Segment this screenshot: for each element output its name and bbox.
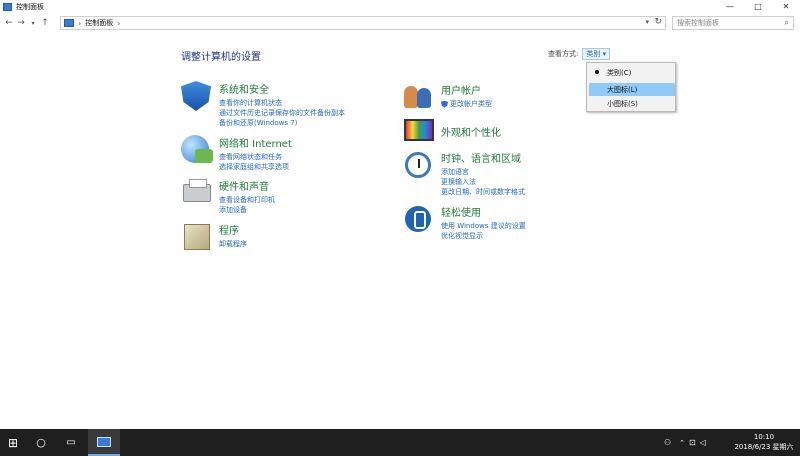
category-title[interactable]: 硬件和声音 [219,178,275,193]
selected-bullet-icon [595,70,599,74]
category-title[interactable]: 外观和个性化 [441,124,501,139]
uac-shield-icon [441,100,448,108]
network-icon[interactable]: ⊡ [689,438,696,447]
category-title[interactable]: 轻松使用 [441,204,526,219]
recent-chevron-down-icon[interactable]: ▾ [27,16,39,30]
clock-time: 10:10 [753,433,775,441]
forward-arrow-icon[interactable]: → [15,16,27,30]
view-by-label: 查看方式: [548,50,579,58]
taskbar-control-panel-icon [97,436,111,447]
link-change-account-type[interactable]: 更改帐户类型 [441,99,492,109]
search-icon[interactable]: ⌕ [785,18,789,28]
window-controls: — □ ✕ [716,0,800,13]
link-homegroup[interactable]: 选择家庭组和共享选项 [219,162,292,172]
category-system-security: 系统和安全 查看你的计算机状态 通过文件历史记录保存你的文件备份副本 备份和还原… [181,81,345,128]
shield-icon[interactable] [181,81,213,111]
navigation-bar: ← → ▾ ↑ › 控制面板 › ▾ ↻ 搜索控制面板 ⌕ [0,14,800,32]
menu-item-large-icons[interactable]: 大图标(L) [589,83,675,96]
link-add-language[interactable]: 添加语言 [441,167,525,177]
link-change-input[interactable]: 更换输入法 [441,177,525,187]
cortana-search-icon[interactable]: ○ [28,429,54,456]
volume-muted-icon[interactable]: ◁ [700,438,706,447]
category-network: 网络和 Internet 查看网络状态和任务 选择家庭组和共享选项 [181,135,292,172]
search-placeholder: 搜索控制面板 [677,19,719,27]
view-by-menu: 类别(C) 大图标(L) 小图标(S) [586,62,676,112]
taskbar-clock[interactable]: 10:10 2018/6/23 星期六 [732,432,796,452]
category-programs: 程序 卸载程序 [181,222,247,252]
view-by: 查看方式: 类别 ▾ [548,48,611,60]
address-dropdown-icon[interactable]: ▾ [645,18,649,26]
system-tray: ⚇ ⌃ ⊡ ◁ [664,429,710,456]
link-view-computer-status[interactable]: 查看你的计算机状态 [219,98,345,108]
category-users: 用户帐户 更改帐户类型 [403,82,492,112]
tray-chevron-up-icon[interactable]: ⌃ [679,439,685,447]
taskbar: ⊞ ○ ▭ ⚇ ⌃ ⊡ ◁ 10:10 2018/6/23 星期六 [0,429,800,456]
page-title: 调整计算机的设置 [181,52,261,63]
link-add-device[interactable]: 添加设备 [219,205,275,215]
breadcrumb-chevron-icon[interactable]: › [78,19,81,28]
users-icon[interactable] [403,82,435,112]
people-icon[interactable]: ⚇ [664,438,671,447]
network-globe-icon[interactable] [181,135,213,165]
category-ease-of-access: 轻松使用 使用 Windows 建议的设置 优化视觉显示 [403,204,526,241]
view-by-button[interactable]: 类别 ▾ [582,48,611,60]
breadcrumb-chevron-icon-2[interactable]: › [117,19,120,28]
up-arrow-icon[interactable]: ↑ [39,16,51,30]
category-title[interactable]: 时钟、语言和区域 [441,150,525,165]
category-title[interactable]: 网络和 Internet [219,135,292,150]
category-title[interactable]: 系统和安全 [219,81,345,96]
breadcrumb-control-panel[interactable]: 控制面板 [85,18,113,28]
link-optimize-display[interactable]: 优化视觉显示 [441,231,526,241]
windows-start-icon[interactable]: ⊞ [0,429,26,456]
link-uninstall[interactable]: 卸载程序 [219,239,247,249]
link-date-time-format[interactable]: 更改日期、时间或数字格式 [441,187,525,197]
programs-box-icon[interactable] [181,222,213,252]
address-bar[interactable]: › 控制面板 › ▾ ↻ [60,16,666,30]
address-control-panel-icon [64,19,74,27]
window-title: 控制面板 [16,2,44,11]
accessibility-icon[interactable] [403,204,435,234]
category-clock-region: 时钟、语言和区域 添加语言 更换输入法 更改日期、时间或数字格式 [403,150,525,197]
menu-item-category[interactable]: 类别(C) [589,66,675,79]
search-input[interactable]: 搜索控制面板 ⌕ [672,16,794,30]
title-bar: 控制面板 — □ ✕ [0,0,800,13]
monitor-icon[interactable] [403,117,435,147]
minimize-button[interactable]: — [716,0,744,13]
menu-item-small-icons[interactable]: 小图标(S) [589,97,675,110]
category-hardware: 硬件和声音 查看设备和打印机 添加设备 [181,178,275,215]
taskbar-control-panel-button[interactable] [88,429,120,456]
clock-icon[interactable] [403,150,435,180]
link-network-status[interactable]: 查看网络状态和任务 [219,152,292,162]
clock-date: 2018/6/23 星期六 [734,443,794,451]
close-button[interactable]: ✕ [772,0,800,13]
back-arrow-icon[interactable]: ← [3,16,15,30]
task-view-icon[interactable]: ▭ [57,429,85,456]
maximize-button[interactable]: □ [744,0,772,13]
category-appearance: 外观和个性化 [403,117,501,147]
control-panel-icon [3,2,12,11]
category-title[interactable]: 用户帐户 [441,82,492,97]
category-title[interactable]: 程序 [219,222,247,237]
link-recommended-settings[interactable]: 使用 Windows 建议的设置 [441,221,526,231]
link-devices-printers[interactable]: 查看设备和打印机 [219,195,275,205]
printer-icon[interactable] [181,178,213,208]
link-backup-restore[interactable]: 备份和还原(Windows 7) [219,118,345,128]
link-file-history[interactable]: 通过文件历史记录保存你的文件备份副本 [219,108,345,118]
refresh-icon[interactable]: ↻ [654,17,662,27]
